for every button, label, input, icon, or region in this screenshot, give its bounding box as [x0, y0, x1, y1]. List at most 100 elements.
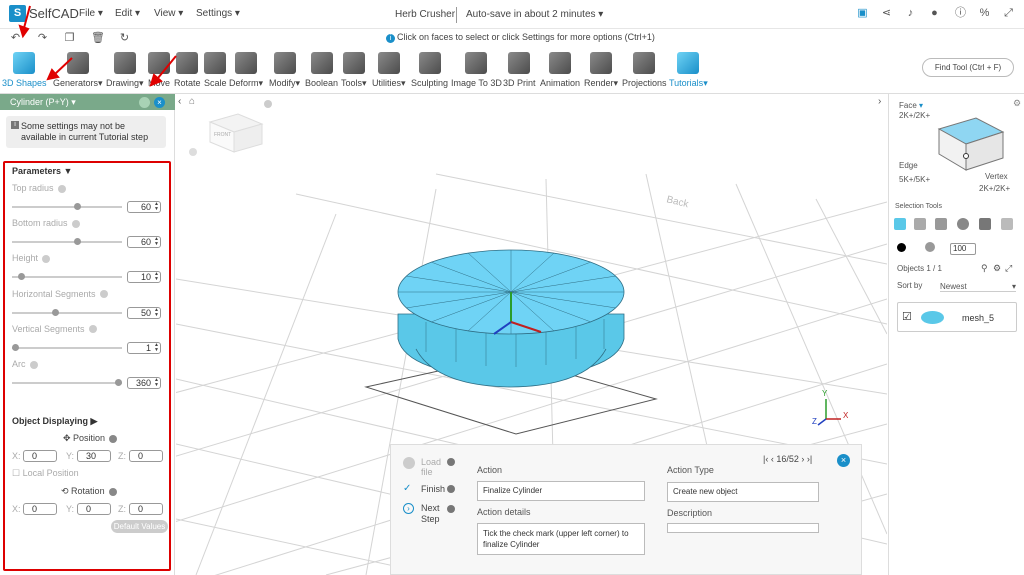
tutorial-pager[interactable]: |‹ ‹ 16/52 › ›| — [763, 454, 812, 464]
tool-render[interactable]: Render▾ — [584, 52, 618, 89]
object-list-item[interactable]: ☑ mesh_5 — [897, 302, 1017, 332]
tool-modify[interactable]: Modify▾ — [269, 52, 300, 89]
find-tool-input[interactable]: Find Tool (Ctrl + F) — [922, 58, 1014, 77]
position-y-label: Y: — [66, 451, 75, 461]
menu-settings[interactable]: Settings ▾ — [196, 8, 240, 19]
visibility-checkbox[interactable]: ☑ — [902, 312, 912, 323]
param-number-input[interactable]: 60 ▲ ▼ — [127, 201, 161, 213]
parameters-section: Parameters ▼ Top radius 60 ▲ ▼ Bottom radius… — [3, 161, 171, 571]
cylinder-settings-panel: Cylinder (P+Y) ▾ × i Some settings may no… — [0, 94, 175, 575]
tool-tools[interactable]: Tools▾ — [341, 52, 367, 89]
save-icon[interactable]: ▣ — [856, 7, 869, 20]
parameters-heading[interactable]: Parameters ▼ — [12, 166, 72, 176]
position-x-input[interactable]: 0 — [23, 450, 57, 462]
search-icon[interactable]: ⚲ — [981, 263, 988, 274]
tool-animation[interactable]: Animation — [540, 52, 580, 88]
finalize-check-icon[interactable] — [139, 97, 150, 108]
param-slider[interactable] — [12, 379, 122, 386]
stepper-icon[interactable]: ▲ ▼ — [154, 237, 159, 247]
project-title[interactable]: Herb Crusher — [395, 9, 455, 20]
close-icon[interactable]: × — [837, 454, 850, 467]
stepper-icon[interactable]: ▲ ▼ — [154, 342, 159, 353]
select-mesh-icon[interactable] — [914, 218, 926, 230]
close-icon[interactable]: × — [154, 97, 165, 108]
sort-select[interactable]: Newest ▾ — [940, 282, 1016, 292]
stepper-icon[interactable]: ▲ ▼ — [154, 378, 159, 388]
tool-3d-print[interactable]: 3D Print — [503, 52, 536, 88]
action-field: Finalize Cylinder — [477, 481, 645, 501]
param-number-input[interactable]: 360 ▲ ▼ — [127, 377, 161, 389]
gear-icon[interactable]: ⚙ — [1013, 98, 1021, 109]
param-number-input[interactable]: 60 ▲ ▼ — [127, 236, 161, 249]
projections-icon — [633, 52, 656, 74]
collapse-right-chevron-icon[interactable]: › — [878, 96, 881, 107]
position-y-input[interactable]: 30 — [77, 450, 111, 462]
opacity-input[interactable]: 100 — [950, 243, 976, 255]
utilities-icon — [377, 52, 400, 74]
param-number-input[interactable]: 1 ▲ ▼ — [127, 341, 161, 354]
tool-sculpting[interactable]: Sculpting — [411, 52, 448, 88]
param-slider[interactable] — [12, 238, 122, 246]
param-slider[interactable] — [12, 308, 122, 316]
select-grid-icon[interactable] — [935, 218, 947, 230]
stepper-icon[interactable]: ▲ ▼ — [154, 272, 159, 282]
tool-tutorials[interactable]: Tutorials▾ — [669, 52, 708, 89]
param-slider[interactable] — [12, 273, 122, 281]
rotation-x-input[interactable]: 0 — [23, 503, 57, 515]
stepper-icon[interactable]: ▲ ▼ — [154, 202, 159, 212]
share-icon[interactable]: ⋖ — [880, 7, 893, 20]
param-number-input[interactable]: 50 ▲ ▼ — [127, 306, 161, 319]
step-finish[interactable]: Finish — [421, 484, 445, 494]
tools-icon — [342, 52, 365, 74]
info-icon — [447, 458, 455, 466]
vertex-label[interactable]: Vertex — [985, 172, 1008, 181]
expand-icon[interactable]: ⤢ — [1002, 7, 1015, 20]
param-slider[interactable] — [12, 343, 122, 351]
view-cube-face-label: FRONT — [214, 132, 231, 138]
help-icon[interactable]: ● — [928, 7, 941, 20]
tool-scale[interactable]: Scale — [204, 52, 227, 88]
face-keys: 2K+/2K+ — [899, 111, 931, 120]
tool-deform[interactable]: Deform▾ — [229, 52, 263, 89]
step-next[interactable]: Next Step — [421, 503, 443, 525]
select-paint-icon[interactable] — [1001, 218, 1013, 230]
select-cube-icon[interactable] — [894, 218, 906, 230]
action-details-label: Action details — [477, 507, 531, 517]
sculpting-icon — [418, 52, 441, 74]
color-swatch-icon[interactable] — [897, 243, 906, 252]
slider-handle[interactable] — [115, 379, 122, 386]
default-values-button[interactable]: Default Values — [111, 520, 168, 533]
rotation-z-input[interactable]: 0 — [129, 503, 163, 515]
axes-indicator — [817, 399, 841, 426]
autosave-status[interactable]: Auto-save in about 2 minutes ▾ — [466, 9, 603, 20]
slider-handle[interactable] — [73, 203, 81, 210]
right-panel: › ⚙ Face ▾ 2K+/2K+ Edge 5K+/5K+ Vertex 2… — [878, 94, 1024, 575]
slider-handle[interactable] — [73, 238, 81, 246]
position-z-input[interactable]: 0 — [129, 450, 163, 462]
slider-handle[interactable] — [52, 308, 60, 316]
param-number-input[interactable]: 10 ▲ ▼ — [127, 271, 161, 284]
slider-handle[interactable] — [12, 343, 19, 351]
object-displaying-heading[interactable]: Object Displaying ▶ — [12, 416, 97, 427]
stepper-icon[interactable]: ▲ ▼ — [154, 307, 159, 318]
rotation-y-input[interactable]: 0 — [77, 503, 111, 515]
tool-boolean[interactable]: Boolean — [305, 52, 338, 88]
step-load-file[interactable]: Load file — [421, 457, 441, 477]
select-box-icon[interactable] — [979, 218, 991, 230]
info-icon[interactable]: ⓘ — [954, 7, 967, 20]
gear-icon[interactable]: ⚙ — [993, 263, 1001, 274]
expand-icon[interactable]: ⤢ — [1005, 263, 1012, 274]
wireframe-icon[interactable] — [925, 242, 935, 252]
tool-image-to-3d[interactable]: Image To 3D — [451, 52, 502, 88]
select-sphere-icon[interactable] — [957, 218, 969, 230]
slider-handle[interactable] — [18, 273, 26, 281]
face-label[interactable]: Face ▾ — [899, 101, 923, 110]
local-position-checkbox[interactable]: ☐ Local Position — [12, 468, 79, 479]
tool-projections[interactable]: Projections — [622, 52, 667, 88]
tool-utilities[interactable]: Utilities▾ — [372, 52, 406, 89]
floor-back-label: Back — [665, 194, 690, 210]
param-slider[interactable] — [12, 203, 122, 210]
percent-icon[interactable]: % — [978, 7, 991, 20]
notification-bell-icon[interactable]: ♪ — [904, 7, 917, 20]
edge-label[interactable]: Edge — [899, 161, 918, 170]
